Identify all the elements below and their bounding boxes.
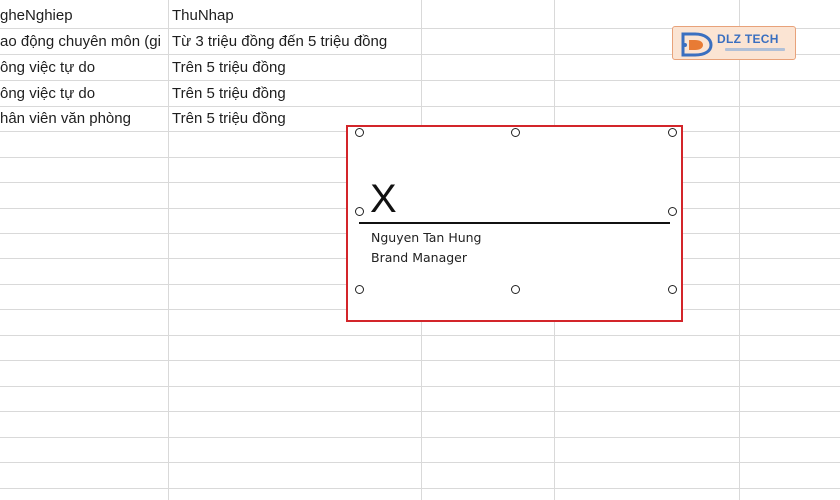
signature-line-object[interactable] bbox=[358, 132, 672, 289]
row-divider bbox=[0, 488, 840, 489]
cell-nghenghiep-row-3[interactable]: ông việc tự do bbox=[0, 55, 168, 80]
row-divider bbox=[0, 462, 840, 463]
column-divider bbox=[739, 0, 740, 500]
row-divider bbox=[0, 335, 840, 336]
signature-baseline bbox=[359, 222, 670, 224]
cell-nghenghiep-row-2[interactable]: ao động chuyên môn (gi bbox=[0, 29, 168, 54]
resize-handle-bottom-right[interactable] bbox=[668, 285, 677, 294]
signer-title: Brand Manager bbox=[371, 250, 467, 265]
dlz-tech-wordmark: DLZ TECH bbox=[717, 32, 779, 46]
row-divider bbox=[0, 411, 840, 412]
dlz-tech-logo: DLZ TECH bbox=[672, 26, 796, 60]
cell-header-thunhap[interactable]: ThuNhap bbox=[172, 3, 422, 28]
dlz-d-mark-icon bbox=[681, 32, 713, 57]
resize-handle-middle-left[interactable] bbox=[355, 207, 364, 216]
cell-thunhap-row-2[interactable]: Từ 3 triệu đồng đến 5 triệu đồng bbox=[172, 29, 422, 54]
resize-handle-top-left[interactable] bbox=[355, 128, 364, 137]
cell-thunhap-row-3[interactable]: Trên 5 triệu đồng bbox=[172, 55, 422, 80]
resize-handle-bottom-center[interactable] bbox=[511, 285, 520, 294]
column-divider bbox=[168, 0, 169, 500]
cell-header-nghenghiep[interactable]: gheNghiep bbox=[0, 3, 168, 28]
resize-handle-bottom-left[interactable] bbox=[355, 285, 364, 294]
resize-handle-middle-right[interactable] bbox=[668, 207, 677, 216]
row-divider bbox=[0, 386, 840, 387]
cell-nghenghiep-row-5[interactable]: hân viên văn phòng bbox=[0, 106, 168, 131]
cell-thunhap-row-4[interactable]: Trên 5 triệu đồng bbox=[172, 81, 422, 106]
signature-x-mark: X bbox=[370, 177, 397, 221]
cell-nghenghiep-row-4[interactable]: ông việc tự do bbox=[0, 81, 168, 106]
dlz-tech-tagline bbox=[725, 48, 785, 51]
signer-name: Nguyen Tan Hung bbox=[371, 230, 482, 245]
spreadsheet-grid[interactable]: gheNghiep ThuNhap ao động chuyên môn (gi… bbox=[0, 0, 840, 500]
resize-handle-top-center[interactable] bbox=[511, 128, 520, 137]
row-divider bbox=[0, 360, 840, 361]
resize-handle-top-right[interactable] bbox=[668, 128, 677, 137]
row-divider bbox=[0, 437, 840, 438]
